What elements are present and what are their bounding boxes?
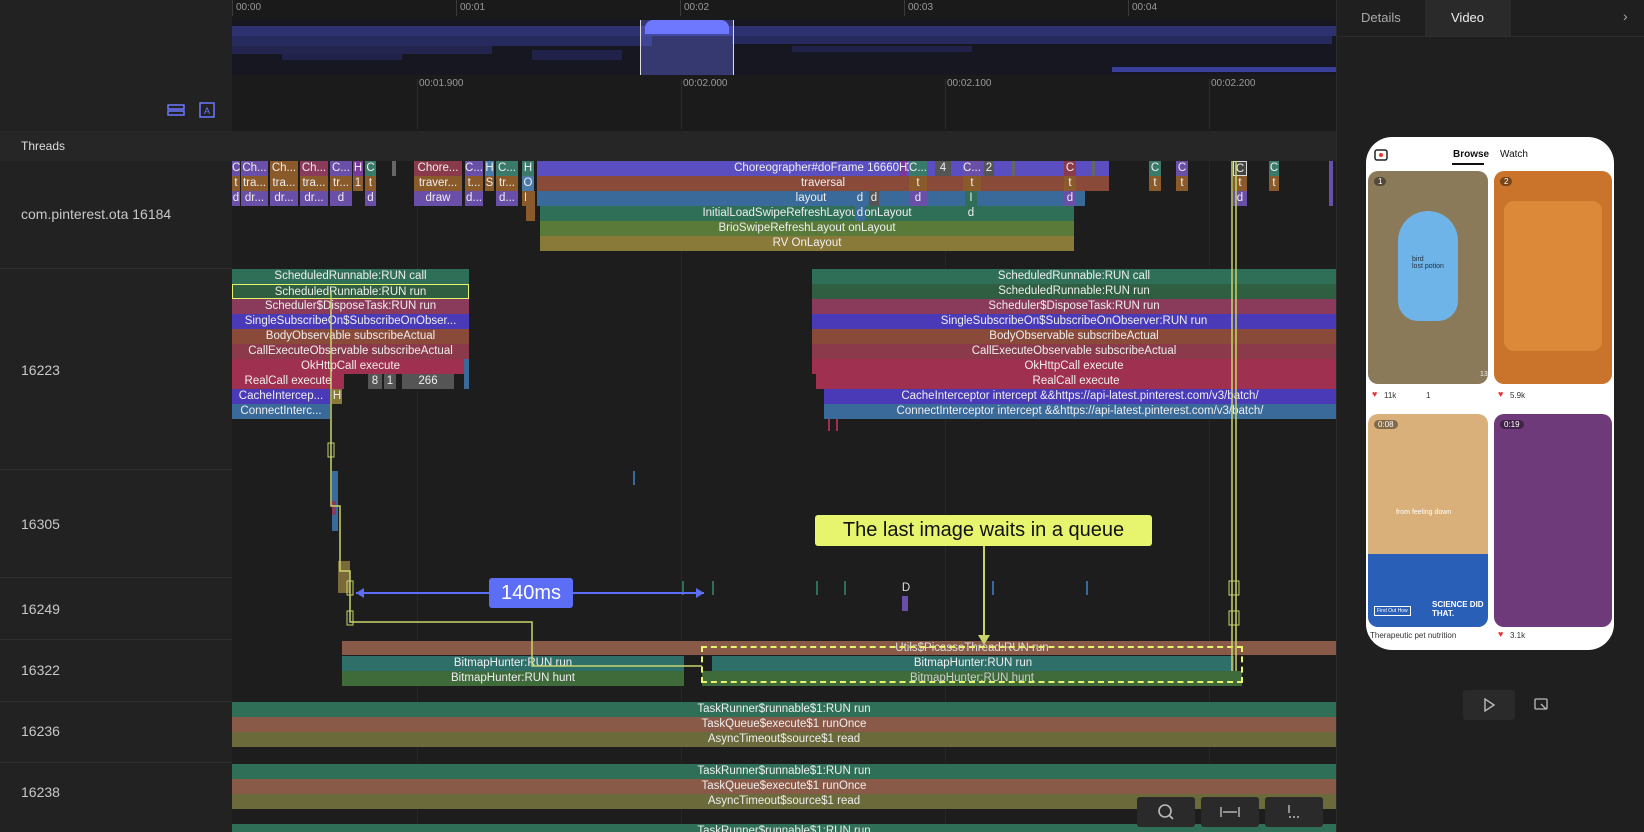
card-caption: Therapeutic pet nutrition bbox=[1370, 631, 1457, 640]
snap-icon bbox=[1288, 805, 1301, 818]
svg-text:A: A bbox=[204, 106, 210, 116]
collapse-panel-icon[interactable]: › bbox=[1623, 8, 1628, 24]
picture-in-picture-icon[interactable] bbox=[1533, 696, 1551, 714]
card-badge: 0:19 bbox=[1500, 420, 1524, 429]
thread-label[interactable]: 16249 bbox=[21, 601, 60, 617]
phone-tab-watch[interactable]: Watch bbox=[1500, 149, 1528, 160]
overview-selection-window[interactable] bbox=[640, 20, 734, 75]
shares-count: 1 bbox=[1426, 391, 1431, 400]
time-ruler[interactable]: 00:00 00:01 00:02 00:03 00:04 bbox=[232, 0, 1336, 20]
card-button[interactable]: Find Out How bbox=[1374, 606, 1411, 616]
card-badge: 2 bbox=[1500, 177, 1513, 186]
detail-tick: 00:02.000 bbox=[683, 78, 728, 89]
threads-header: Threads bbox=[0, 131, 1336, 161]
fit-width-icon bbox=[1220, 807, 1240, 817]
heart-icon: ♥ bbox=[1372, 389, 1378, 399]
thread-label[interactable]: com.pinterest.ota 16184 bbox=[21, 206, 171, 222]
card-badge: 1 bbox=[1374, 177, 1387, 186]
tab-video[interactable]: Video bbox=[1451, 10, 1484, 25]
card-badge: 0:08 bbox=[1374, 420, 1398, 429]
card-ad-text: SCIENCE DID THAT. bbox=[1432, 600, 1484, 618]
thread-label-column: A bbox=[0, 0, 232, 832]
duration-badge: 140ms bbox=[489, 578, 573, 608]
flow-arrows bbox=[327, 161, 1240, 671]
search-icon bbox=[1158, 804, 1174, 820]
text-label-icon[interactable]: A bbox=[199, 102, 215, 118]
phone-tab-browse[interactable]: Browse bbox=[1453, 149, 1489, 160]
ruler-tick: 00:04 bbox=[1132, 2, 1158, 13]
video-card[interactable]: 2 bbox=[1494, 171, 1612, 384]
threads-title: Threads bbox=[21, 139, 66, 153]
video-card[interactable]: 0:19 bbox=[1494, 414, 1612, 627]
thread-label[interactable]: 16322 bbox=[21, 662, 60, 678]
play-icon bbox=[1484, 697, 1496, 713]
annotation-note: The last image waits in a queue bbox=[815, 515, 1152, 546]
thread-label[interactable]: 16305 bbox=[21, 516, 60, 532]
detail-time-ruler[interactable]: 00:01.900 00:02.000 00:02.100 00:02.200 bbox=[232, 75, 1336, 131]
detail-tick: 00:02.200 bbox=[1211, 78, 1256, 89]
likes-count: 11k bbox=[1384, 391, 1397, 400]
list-view-icon[interactable] bbox=[167, 103, 185, 117]
snap-button[interactable] bbox=[1265, 797, 1323, 827]
ruler-tick: 00:03 bbox=[908, 2, 934, 13]
video-card[interactable]: bird lost potion 1 13 bbox=[1368, 171, 1488, 384]
card-overlay-text: from feeling down bbox=[1396, 509, 1452, 516]
heart-icon: ♥ bbox=[1498, 389, 1504, 399]
zoom-search-button[interactable] bbox=[1137, 797, 1195, 827]
likes-count: 3.1k bbox=[1510, 631, 1526, 640]
thread-tracks[interactable]: C Ch... Ch... Ch... C... H C Chore... C.… bbox=[232, 161, 1336, 832]
detail-tick: 00:01.900 bbox=[419, 78, 464, 89]
overview-activity bbox=[232, 26, 1336, 72]
play-button[interactable] bbox=[1463, 690, 1515, 720]
vase-text: bird lost potion bbox=[1412, 256, 1444, 270]
likes-count: 5.9k bbox=[1510, 391, 1526, 400]
thread-label[interactable]: 16223 bbox=[21, 362, 60, 378]
ruler-tick: 00:02 bbox=[684, 2, 710, 13]
app-logo-icon bbox=[1374, 147, 1388, 161]
thread-label[interactable]: 16236 bbox=[21, 723, 60, 739]
timeline-overview[interactable] bbox=[232, 20, 1336, 75]
ruler-tick: 00:01 bbox=[460, 2, 486, 13]
ruler-tick: 00:00 bbox=[236, 2, 262, 13]
heart-icon: ♥ bbox=[1498, 629, 1504, 639]
tab-details[interactable]: Details bbox=[1361, 10, 1401, 25]
thread-label[interactable]: 16238 bbox=[21, 784, 60, 800]
detail-tick: 00:02.100 bbox=[947, 78, 992, 89]
fit-width-button[interactable] bbox=[1201, 797, 1259, 827]
count-text: 13 bbox=[1480, 371, 1488, 378]
video-card[interactable]: 0:08 from feeling down SCIENCE DID THAT.… bbox=[1368, 414, 1488, 627]
video-preview-phone[interactable]: Browse Watch bird lost potion 1 13 11k 1… bbox=[1366, 137, 1614, 650]
